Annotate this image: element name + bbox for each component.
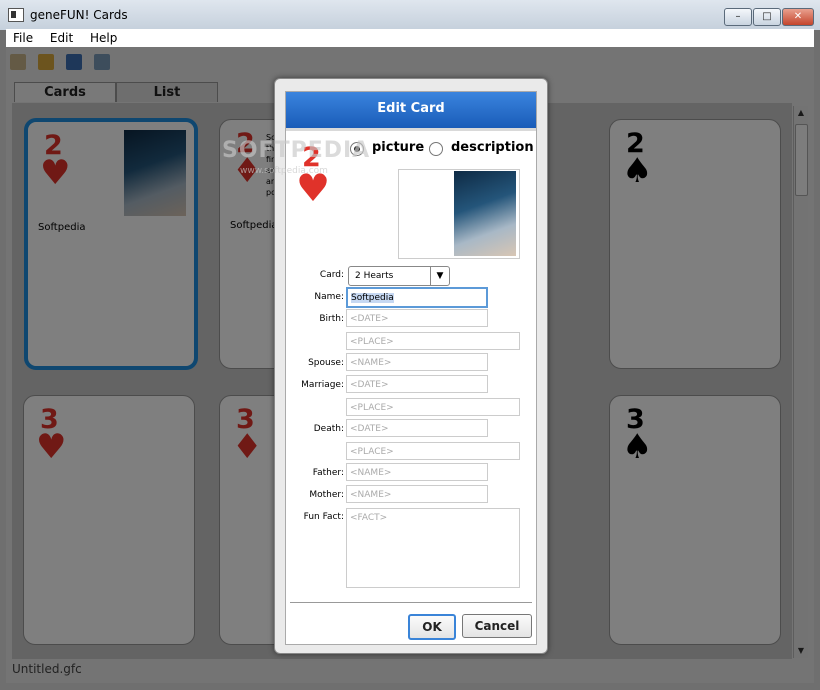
marriage-place-field[interactable]: <PLACE> [346,398,520,416]
birth-place-field[interactable]: <PLACE> [346,332,520,350]
watermark: SOFTPEDIA [222,138,371,163]
name-field-value: Softpedia [351,293,394,303]
fun-fact-field[interactable]: <FACT> [346,508,520,588]
dialog-title: Edit Card [286,92,536,128]
window-title: geneFUN! Cards [30,8,128,22]
picture-frame[interactable] [398,169,520,259]
spouse-label: Spouse: [308,358,344,368]
menu-edit[interactable]: Edit [43,29,79,45]
father-label: Father: [312,468,344,478]
description-radio[interactable] [429,142,443,156]
birth-label: Birth: [319,314,344,324]
card-select-value: 2 Hearts [355,271,394,281]
close-button[interactable]: ✕ [782,8,814,26]
minimize-button[interactable]: – [724,8,752,26]
menu-bar: File Edit Help [6,29,814,47]
fun-fact-label: Fun Fact: [303,512,344,522]
maximize-button[interactable]: □ [753,8,781,26]
spouse-field[interactable]: <NAME> [346,353,488,371]
chevron-down-icon[interactable]: ▼ [430,267,449,285]
menu-help[interactable]: Help [83,29,123,45]
ok-button[interactable]: OK [408,614,456,640]
name-label: Name: [314,292,344,302]
app-icon [8,8,24,22]
father-field[interactable]: <NAME> [346,463,488,481]
birth-date-field[interactable]: <DATE> [346,309,488,327]
edit-card-dialog: Edit Card 2 ♥ picture description Card: … [274,78,548,654]
death-label: Death: [313,424,344,434]
name-field[interactable]: Softpedia [346,287,488,308]
picture-radio-label[interactable]: picture [372,140,424,155]
description-radio-label[interactable]: description [451,140,534,155]
cancel-button[interactable]: Cancel [462,614,532,638]
marriage-date-field[interactable]: <DATE> [346,375,488,393]
mother-field[interactable]: <NAME> [346,485,488,503]
death-date-field[interactable]: <DATE> [346,419,488,437]
death-place-field[interactable]: <PLACE> [346,442,520,460]
card-select[interactable]: 2 Hearts ▼ [348,266,450,286]
title-bar: geneFUN! Cards – □ ✕ [0,0,820,30]
mother-label: Mother: [309,490,344,500]
card-photo [454,171,516,256]
card-label: Card: [319,270,344,280]
header-divider [286,128,536,131]
button-divider [290,602,532,603]
watermark-url: www.softpedia.com [240,166,328,176]
menu-file[interactable]: File [6,29,39,45]
marriage-label: Marriage: [301,380,344,390]
